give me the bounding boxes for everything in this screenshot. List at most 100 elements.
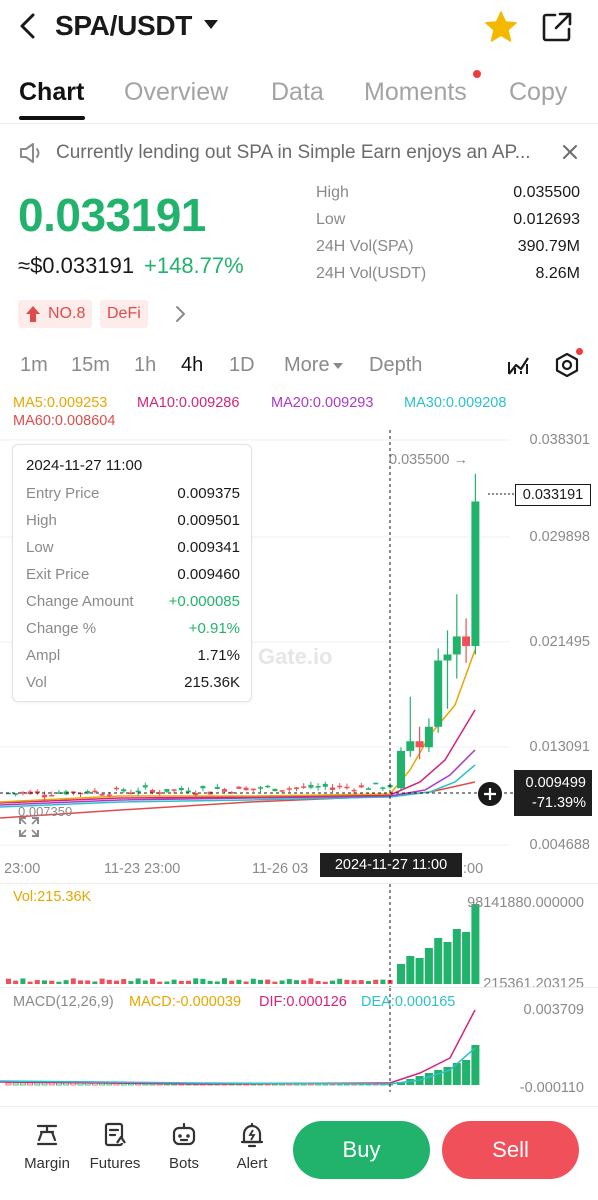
tab-moments[interactable]: Moments: [364, 78, 467, 107]
volume-bar: [373, 979, 379, 984]
buy-button[interactable]: Buy: [293, 1121, 430, 1179]
tooltip-value: 0.009341: [177, 539, 240, 556]
nav-margin[interactable]: Margin: [19, 1121, 75, 1172]
pair-dropdown-caret-icon[interactable]: [204, 20, 218, 29]
candle-body: [121, 789, 127, 792]
expand-fullscreen-icon[interactable]: [18, 816, 40, 838]
tooltip-label: High: [26, 512, 57, 529]
last-price: 0.033191: [18, 189, 206, 241]
interval-depth[interactable]: Depth: [369, 354, 422, 377]
candle-body: [186, 790, 191, 793]
interval-4h[interactable]: 4h: [181, 354, 203, 377]
volume-bar: [49, 980, 55, 984]
candle-body: [222, 789, 227, 792]
add-alert-plus-icon[interactable]: [478, 782, 502, 806]
tab-active-indicator: [19, 116, 85, 120]
candle-body: [337, 785, 343, 788]
tab-chart[interactable]: Chart: [19, 78, 84, 107]
candle-body: [286, 788, 292, 790]
interval-15m[interactable]: 15m: [71, 354, 110, 377]
candle-body: [294, 787, 299, 789]
nav-label: Bots: [168, 1155, 199, 1172]
volume-bar: [142, 980, 148, 984]
macd-bar: [5, 1082, 12, 1086]
x-tick-label: 23:00: [4, 861, 40, 877]
tooltip-label: Change %: [26, 620, 97, 637]
high-price-value: 0.035500: [389, 452, 450, 468]
candle-body: [142, 785, 148, 788]
macd-bar: [424, 1073, 433, 1085]
volume-bar: [63, 980, 69, 984]
volume-bar: [186, 980, 191, 984]
macd-bar: [34, 1082, 41, 1086]
volume-bar: [406, 956, 415, 984]
volume-bar: [330, 980, 335, 984]
tab-overview[interactable]: Overview: [124, 78, 228, 107]
volume-bar: [286, 978, 292, 984]
indicator-chart-icon[interactable]: [506, 352, 532, 378]
tooltip-label: Ampl: [26, 647, 61, 664]
candle-body: [452, 636, 461, 655]
tooltip-value: 215.36K: [184, 674, 240, 691]
volume-bar: [207, 980, 213, 984]
interval-more[interactable]: More: [284, 354, 343, 377]
candle-body: [265, 785, 271, 788]
macd-max: 0.003709: [524, 1002, 584, 1018]
interval-more-label: More: [284, 354, 330, 376]
volume-bar: [358, 980, 364, 984]
candle-body: [366, 788, 371, 790]
volume-bar: [106, 979, 112, 984]
candle-body: [471, 501, 480, 647]
candle-body: [42, 794, 47, 798]
macd-bar: [12, 1082, 19, 1086]
candle-body: [200, 786, 206, 789]
volume-bar: [366, 981, 371, 984]
nav-alert[interactable]: Alert: [224, 1121, 280, 1172]
interval-1h[interactable]: 1h: [134, 354, 156, 377]
tab-copy[interactable]: Copy: [509, 78, 567, 107]
tab-data[interactable]: Data: [271, 78, 324, 107]
pair-title[interactable]: SPA/USDT: [55, 10, 192, 42]
nav-futures[interactable]: Futures: [87, 1121, 143, 1172]
candle-body: [236, 786, 242, 789]
candle-body: [171, 789, 177, 791]
margin-icon: [36, 1124, 58, 1146]
share-icon[interactable]: [540, 10, 574, 44]
stat-vol-quote: 24H Vol(USDT) 8.26M: [316, 265, 582, 292]
volume-bar: [434, 938, 443, 984]
sell-button[interactable]: Sell: [442, 1121, 579, 1179]
interval-1d[interactable]: 1D: [229, 354, 255, 377]
tooltip-row: Exit Price 0.009460: [26, 566, 240, 588]
volume-chart: Vol:215.36K 98141880.000000 215361.20312…: [6, 884, 584, 988]
ma5-legend: MA5:0.009253: [13, 395, 108, 411]
interval-bar: 1m 15m 1h 4h 1D More Depth: [0, 346, 598, 386]
chevron-right-icon[interactable]: [172, 304, 188, 324]
star-favorite-icon[interactable]: [484, 10, 518, 44]
notice-banner[interactable]: Currently lending out SPA in Simple Earn…: [0, 130, 598, 176]
volume-bar: [13, 980, 19, 984]
caret-down-icon: [332, 362, 343, 369]
stat-label: 24H Vol(USDT): [316, 265, 427, 282]
interval-1m[interactable]: 1m: [20, 354, 48, 377]
nav-bots[interactable]: Bots: [156, 1121, 212, 1172]
rank-badge[interactable]: NO.8: [18, 300, 93, 328]
candle-body: [49, 794, 55, 797]
tooltip-row: Change % +0.91%: [26, 620, 240, 642]
volume-bar: [229, 980, 235, 984]
stat-high: High 0.035500: [316, 184, 582, 211]
candle-body: [330, 787, 335, 791]
macd-bar: [462, 1060, 471, 1085]
category-badge[interactable]: DeFi: [100, 300, 148, 328]
candle-body: [92, 790, 98, 793]
close-icon[interactable]: [560, 142, 580, 162]
tooltip-row: Change Amount +0.000085: [26, 593, 240, 615]
back-arrow-icon[interactable]: [16, 12, 40, 40]
volume-bar: [128, 981, 134, 984]
tooltip-row: Low 0.009341: [26, 539, 240, 561]
volume-bar: [20, 978, 26, 984]
header: SPA/USDT: [0, 0, 598, 56]
volume-bar: [250, 978, 256, 984]
settings-hexagon-icon[interactable]: [554, 352, 580, 378]
volume-bar: [99, 978, 105, 984]
volume-bar: [443, 942, 452, 984]
